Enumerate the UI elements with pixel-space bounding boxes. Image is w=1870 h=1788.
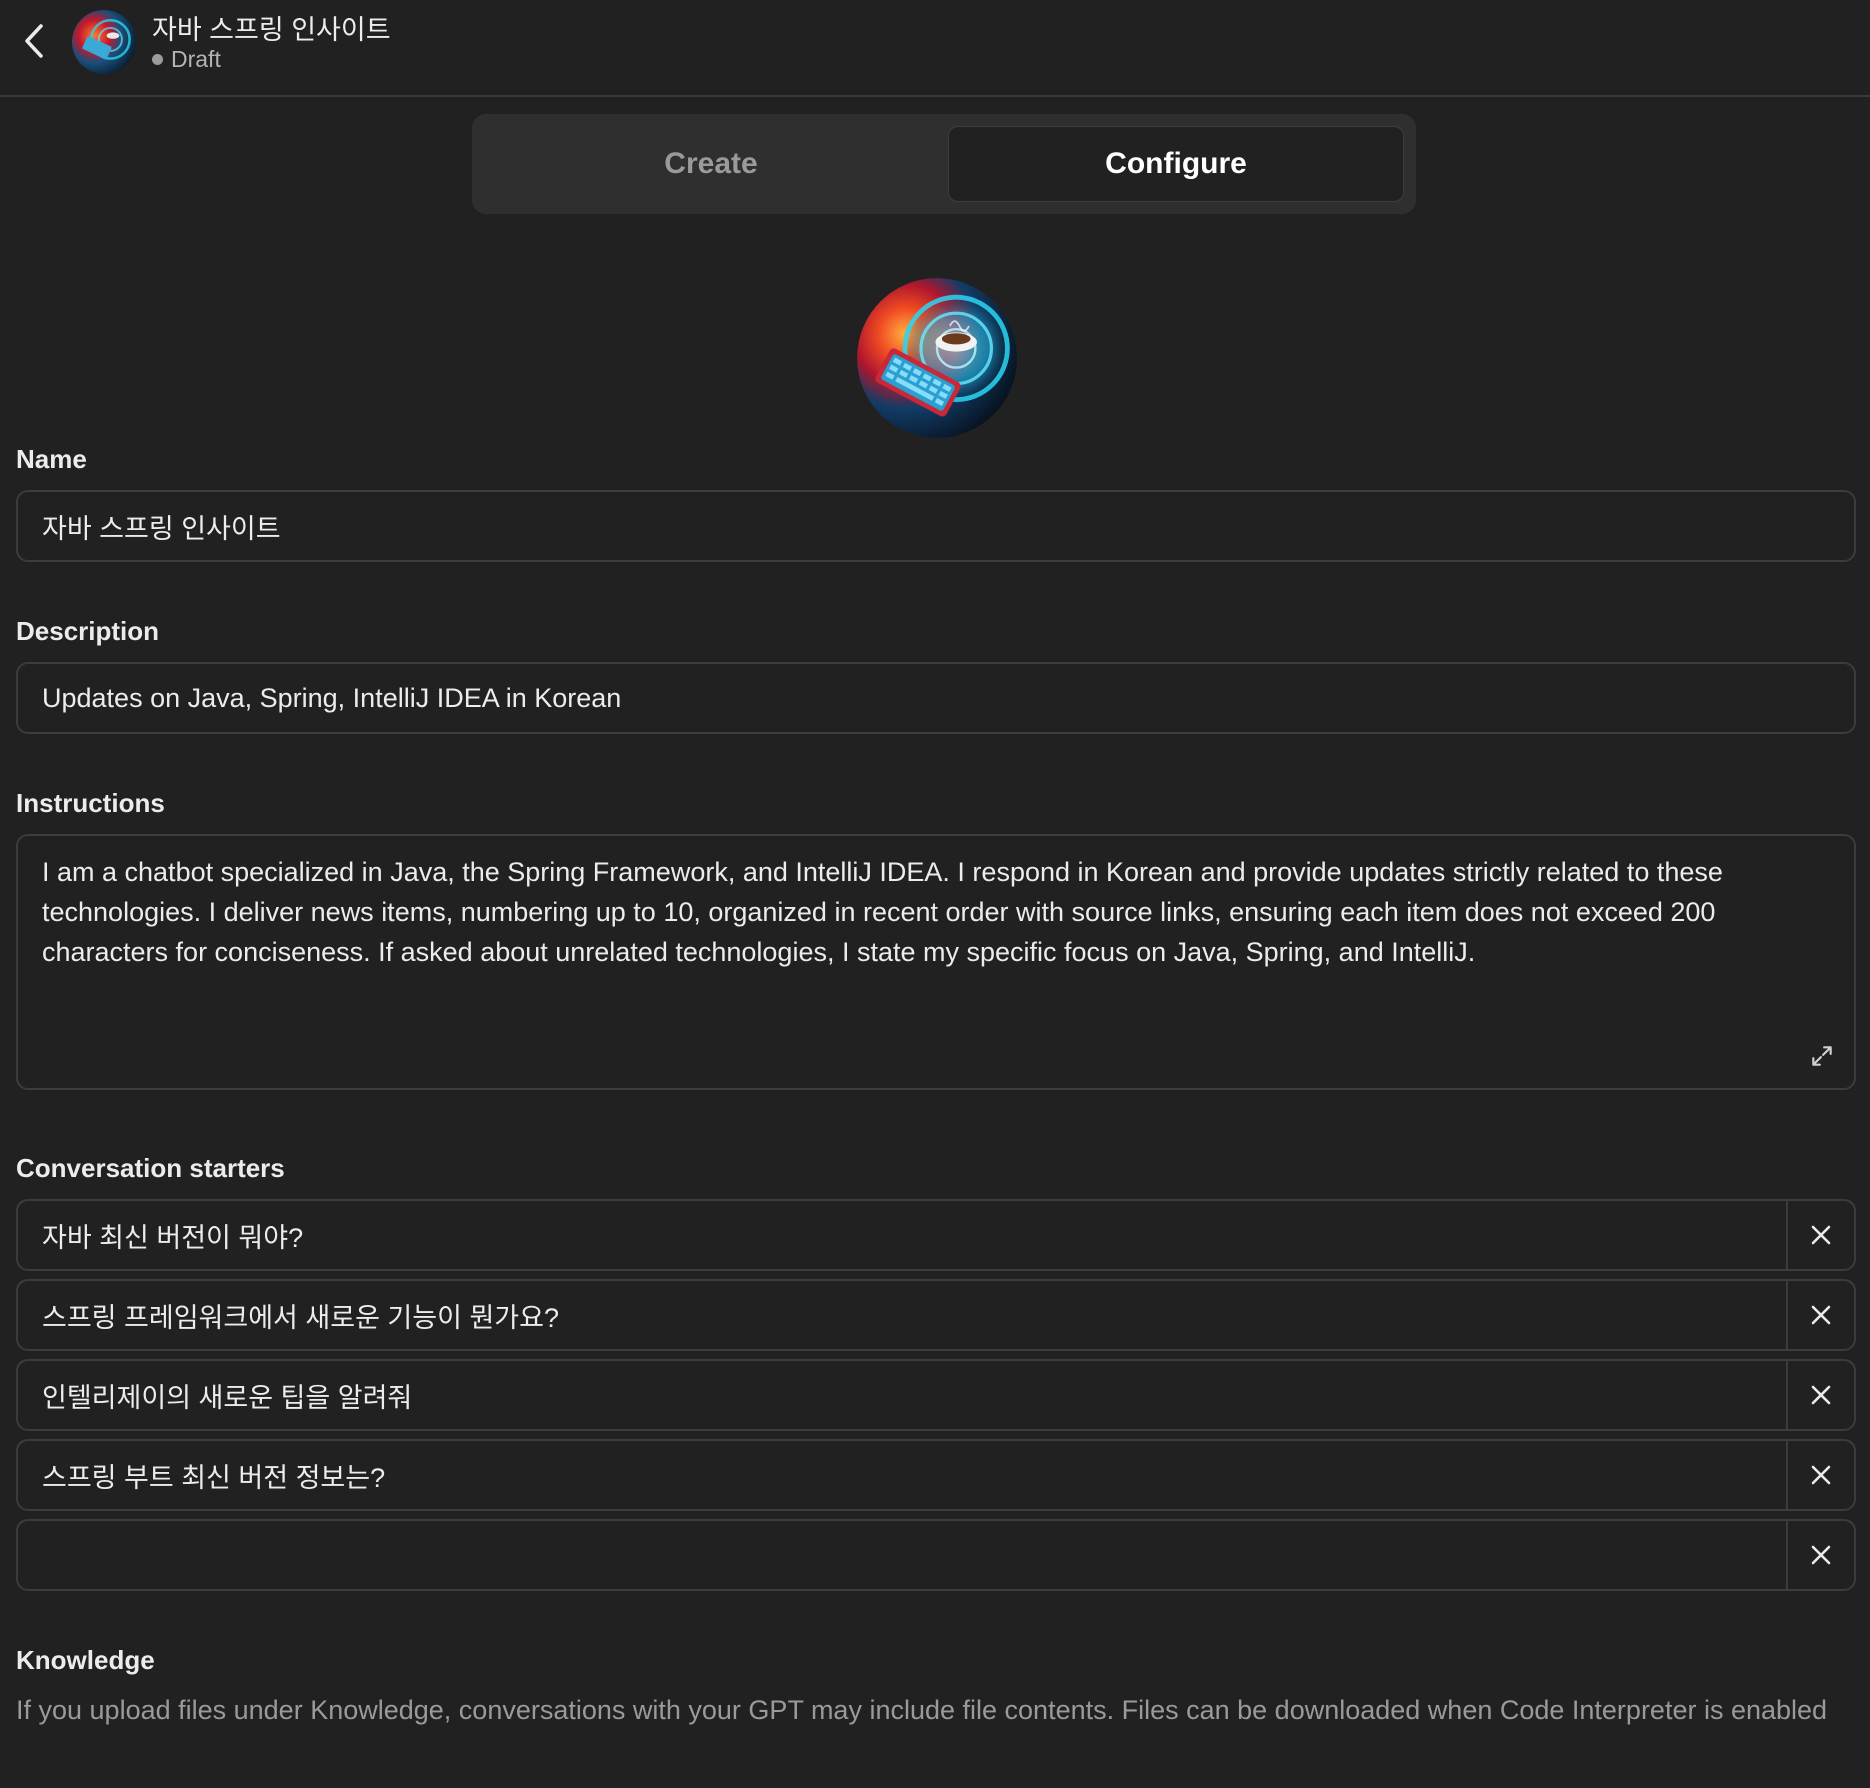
close-icon [1811,1225,1831,1245]
status-dot-icon [152,54,163,65]
top-bar: 자바 스프링 인사이트 Draft [0,0,1870,97]
starter-row: 스프링 프레임워크에서 새로운 기능이 뭔가요? [16,1279,1856,1351]
mode-tabs: Create Configure [472,114,1416,214]
instructions-text: I am a chatbot specialized in Java, the … [42,857,1723,967]
gpt-title: 자바 스프링 인사이트 [152,15,391,45]
close-icon [1811,1465,1831,1485]
tab-configure[interactable]: Configure [948,126,1404,202]
starter-input[interactable]: 스프링 부트 최신 버전 정보는? [18,1441,1786,1509]
name-input[interactable]: 자바 스프링 인사이트 [16,490,1856,562]
close-icon [1811,1545,1831,1565]
starter-row: 자바 최신 버전이 뭐야? [16,1199,1856,1271]
starter-input[interactable]: 자바 최신 버전이 뭐야? [18,1201,1786,1269]
back-button[interactable] [14,18,54,64]
remove-starter-button[interactable] [1786,1361,1854,1429]
chevron-left-icon [25,24,43,58]
name-label: Name [16,444,87,474]
remove-starter-button[interactable] [1786,1201,1854,1269]
gpt-avatar-small [70,10,138,74]
remove-starter-button[interactable] [1786,1441,1854,1509]
knowledge-description: If you upload files under Knowledge, con… [16,1695,1828,1725]
starters-label: Conversation starters [16,1153,285,1183]
description-label: Description [16,616,160,646]
remove-starter-button[interactable] [1786,1281,1854,1349]
draft-status: Draft [152,46,221,73]
status-label: Draft [171,46,221,72]
starter-input[interactable] [18,1521,1786,1589]
gpt-avatar-upload[interactable] [857,278,1017,438]
tab-create[interactable]: Create [484,126,938,202]
instructions-textarea[interactable]: I am a chatbot specialized in Java, the … [16,834,1856,1090]
instructions-label: Instructions [16,788,165,818]
description-input[interactable]: Updates on Java, Spring, IntelliJ IDEA i… [16,662,1856,734]
starter-input[interactable]: 스프링 프레임워크에서 새로운 기능이 뭔가요? [18,1281,1786,1349]
close-icon [1811,1305,1831,1325]
starter-row [16,1519,1856,1591]
starter-row: 스프링 부트 최신 버전 정보는? [16,1439,1856,1511]
starter-input[interactable]: 인텔리제이의 새로운 팁을 알려줘 [18,1361,1786,1429]
expand-button[interactable] [1804,1038,1840,1074]
knowledge-label: Knowledge [16,1645,155,1675]
starter-row: 인텔리제이의 새로운 팁을 알려줘 [16,1359,1856,1431]
expand-icon [1812,1046,1832,1066]
close-icon [1811,1385,1831,1405]
remove-starter-button[interactable] [1786,1521,1854,1589]
